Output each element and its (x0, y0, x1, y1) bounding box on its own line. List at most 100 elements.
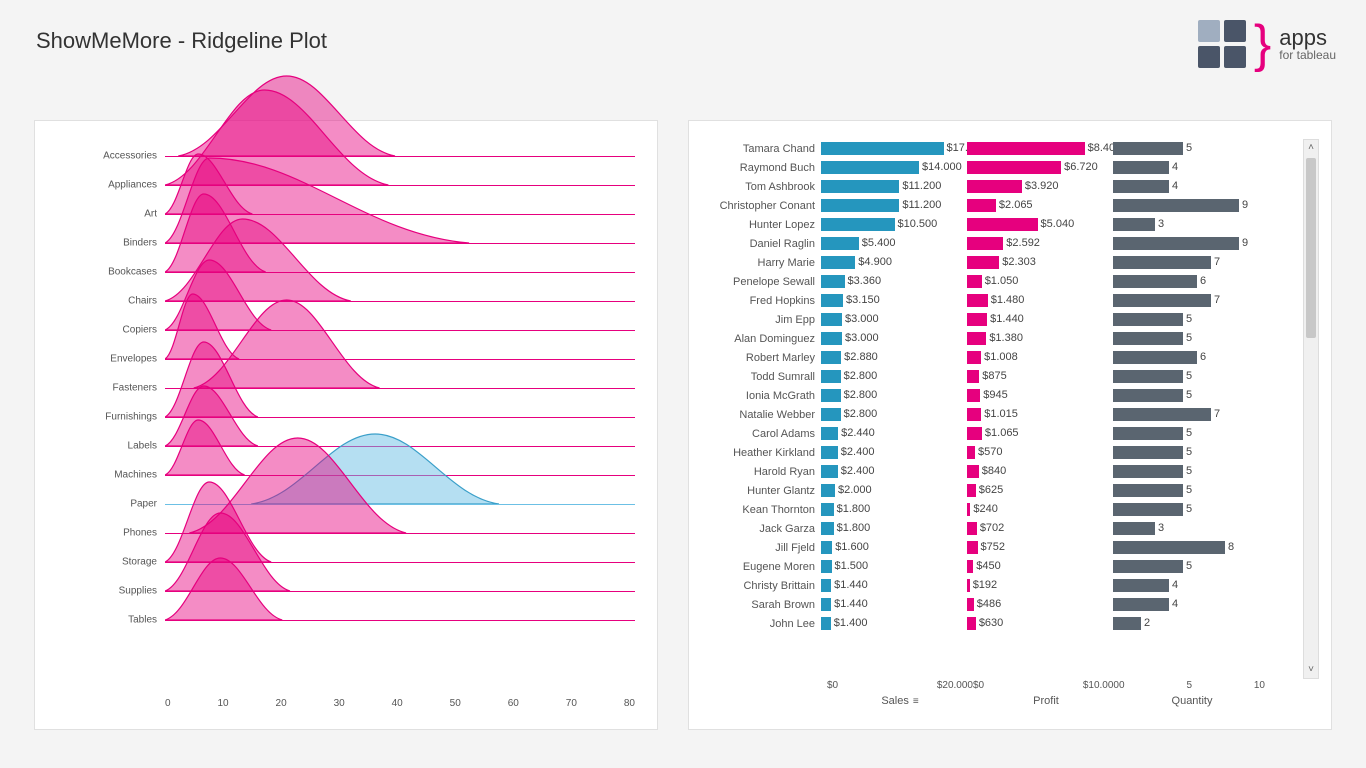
bar-row[interactable]: Harry Marie$4.900$2.3037 (699, 253, 1291, 272)
ridge-row-bookcases[interactable]: Bookcases (165, 257, 635, 286)
profit-value: $3.920 (1025, 179, 1059, 194)
sales-value: $5.400 (862, 236, 896, 251)
sales-bar (821, 370, 841, 383)
ridge-label: Fasteners (91, 382, 157, 393)
bar-row[interactable]: Natalie Webber$2.800$1.0157 (699, 405, 1291, 424)
bar-row[interactable]: Hunter Lopez$10.500$5.0403 (699, 215, 1291, 234)
sales-bar (821, 503, 834, 516)
profit-value: $486 (977, 597, 1001, 612)
quantity-bar (1113, 351, 1197, 364)
ridge-row-furnishings[interactable]: Furnishings (165, 402, 635, 431)
bar-row[interactable]: Kean Thornton$1.800$2405 (699, 500, 1291, 519)
ridge-baseline (165, 620, 635, 621)
quantity-bar (1113, 541, 1225, 554)
bar-row[interactable]: Christopher Conant$11.200$2.0659 (699, 196, 1291, 215)
bar-chart-panel[interactable]: Tamara Chand$17.500$8.4005Raymond Buch$1… (688, 120, 1332, 730)
customer-name: Heather Kirkland (699, 447, 821, 459)
bar-row[interactable]: Jill Fjeld$1.600$7528 (699, 538, 1291, 557)
sales-value: $2.800 (844, 388, 878, 403)
ridge-baseline (165, 533, 635, 534)
profit-value: $875 (982, 369, 1006, 384)
axis-label-profit[interactable]: Profit (1033, 695, 1059, 707)
profit-value: $1.380 (989, 331, 1023, 346)
sales-bar (821, 522, 834, 535)
profit-bar (967, 560, 973, 573)
bar-row[interactable]: Todd Sumrall$2.800$8755 (699, 367, 1291, 386)
quantity-value: 5 (1186, 502, 1192, 517)
ridge-label: Chairs (91, 295, 157, 306)
bar-row[interactable]: Tamara Chand$17.500$8.4005 (699, 139, 1291, 158)
ridge-row-supplies[interactable]: Supplies (165, 576, 635, 605)
bar-row[interactable]: Eugene Moren$1.500$4505 (699, 557, 1291, 576)
profit-value: $240 (973, 502, 997, 517)
sales-value: $11.200 (902, 179, 941, 194)
quantity-value: 3 (1158, 521, 1164, 536)
ridge-baseline (165, 591, 635, 592)
bar-row[interactable]: Fred Hopkins$3.150$1.4807 (699, 291, 1291, 310)
ridge-baseline (165, 359, 635, 360)
ridge-row-envelopes[interactable]: Envelopes (165, 344, 635, 373)
bar-row[interactable]: Jim Epp$3.000$1.4405 (699, 310, 1291, 329)
bar-row[interactable]: Christy Brittain$1.440$1924 (699, 576, 1291, 595)
quantity-value: 6 (1200, 350, 1206, 365)
page-title: ShowMeMore - Ridgeline Plot (36, 28, 327, 54)
customer-name: Hunter Glantz (699, 485, 821, 497)
ridge-row-machines[interactable]: Machines (165, 460, 635, 489)
ridge-row-binders[interactable]: Binders (165, 228, 635, 257)
profit-bar (967, 218, 1038, 231)
ridge-row-storage[interactable]: Storage (165, 547, 635, 576)
profit-bar (967, 180, 1022, 193)
scroll-down-icon[interactable]: ˅ (1304, 662, 1318, 678)
bar-row[interactable]: Daniel Raglin$5.400$2.5929 (699, 234, 1291, 253)
bar-row[interactable]: Robert Marley$2.880$1.0086 (699, 348, 1291, 367)
ridge-baseline (165, 446, 635, 447)
quantity-bar (1113, 427, 1183, 440)
ridge-row-paper[interactable]: Paper (165, 489, 635, 518)
bar-row[interactable]: Penelope Sewall$3.360$1.0506 (699, 272, 1291, 291)
quantity-bar (1113, 180, 1169, 193)
profit-value: $840 (982, 464, 1006, 479)
profit-value: $450 (976, 559, 1000, 574)
bar-row[interactable]: John Lee$1.400$6302 (699, 614, 1291, 633)
scroll-thumb[interactable] (1306, 158, 1316, 338)
x-tick: 30 (334, 698, 345, 709)
ridge-row-appliances[interactable]: Appliances (165, 170, 635, 199)
logo: } apps for tableau (1198, 20, 1336, 68)
ridge-row-phones[interactable]: Phones (165, 518, 635, 547)
ridge-row-art[interactable]: Art (165, 199, 635, 228)
quantity-value: 5 (1186, 312, 1192, 327)
ridgeline-chart-panel[interactable]: AccessoriesAppliancesArtBindersBookcases… (34, 120, 658, 730)
scrollbar[interactable]: ˄ ˅ (1303, 139, 1319, 679)
bar-row[interactable]: Carol Adams$2.440$1.0655 (699, 424, 1291, 443)
bar-row[interactable]: Ionia McGrath$2.800$9455 (699, 386, 1291, 405)
x-tick: 60 (508, 698, 519, 709)
quantity-value: 7 (1214, 255, 1220, 270)
bar-row[interactable]: Harold Ryan$2.400$8405 (699, 462, 1291, 481)
profit-value: $702 (980, 521, 1004, 536)
sales-value: $1.800 (837, 502, 871, 517)
profit-bar (967, 294, 988, 307)
bar-row[interactable]: Sarah Brown$1.440$4864 (699, 595, 1291, 614)
ridge-row-copiers[interactable]: Copiers (165, 315, 635, 344)
bar-row[interactable]: Heather Kirkland$2.400$5705 (699, 443, 1291, 462)
ridge-baseline (165, 504, 635, 505)
scroll-up-icon[interactable]: ˄ (1304, 140, 1318, 156)
ridge-row-labels[interactable]: Labels (165, 431, 635, 460)
ridge-row-tables[interactable]: Tables (165, 605, 635, 634)
ridge-row-fasteners[interactable]: Fasteners (165, 373, 635, 402)
axis-label-sales[interactable]: Sales (881, 695, 909, 707)
bar-row[interactable]: Jack Garza$1.800$7023 (699, 519, 1291, 538)
profit-value: $2.065 (999, 198, 1033, 213)
bar-row[interactable]: Hunter Glantz$2.000$6255 (699, 481, 1291, 500)
ridge-row-accessories[interactable]: Accessories (165, 141, 635, 170)
quantity-value: 7 (1214, 293, 1220, 308)
sort-desc-icon[interactable]: ≡ (913, 696, 919, 707)
ridge-row-chairs[interactable]: Chairs (165, 286, 635, 315)
bar-row[interactable]: Alan Dominguez$3.000$1.3805 (699, 329, 1291, 348)
axis-label-quantity[interactable]: Quantity (1172, 695, 1213, 707)
x-tick: 40 (392, 698, 403, 709)
profit-bar (967, 313, 987, 326)
sales-bar (821, 427, 838, 440)
bar-row[interactable]: Tom Ashbrook$11.200$3.9204 (699, 177, 1291, 196)
bar-row[interactable]: Raymond Buch$14.000$6.7204 (699, 158, 1291, 177)
